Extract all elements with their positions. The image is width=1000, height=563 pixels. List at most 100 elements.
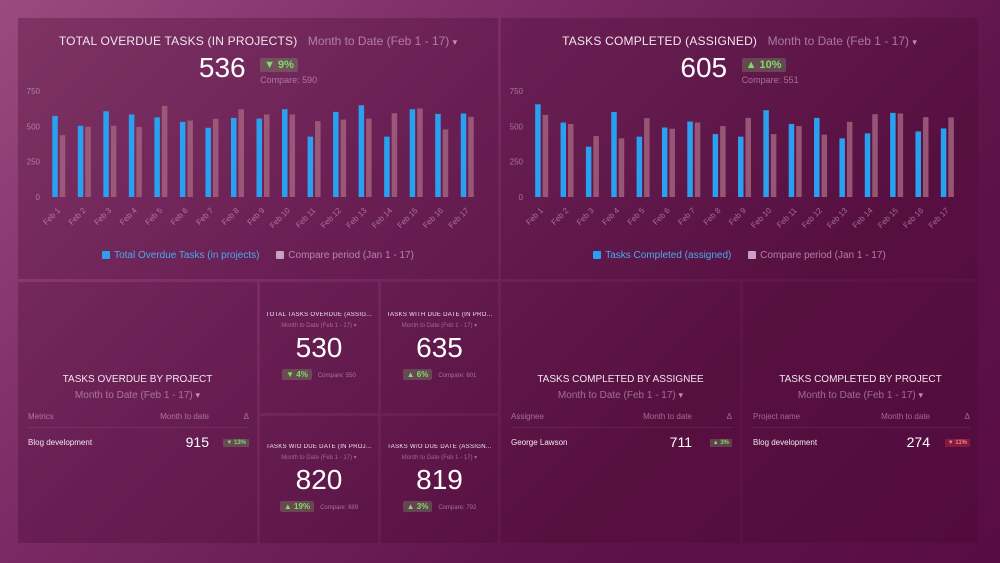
bar-primary[interactable] (358, 105, 365, 197)
legend-compare[interactable]: Compare period (Jan 1 - 17) (748, 250, 886, 261)
bar-compare[interactable] (59, 135, 66, 197)
bar-primary[interactable] (687, 121, 693, 197)
date-range-dropdown[interactable]: Month to Date (Feb 1 - 17) ▾ (381, 454, 498, 461)
chevron-down-icon: ▾ (474, 455, 478, 461)
bar-compare[interactable] (669, 128, 675, 197)
bar-primary[interactable] (636, 136, 643, 197)
bar-compare[interactable] (846, 121, 853, 197)
bar-compare[interactable] (694, 122, 701, 197)
date-range-dropdown[interactable]: Month to Date (Feb 1 - 17) ▾ (743, 390, 978, 401)
bar-compare[interactable] (568, 124, 574, 197)
bar-primary[interactable] (52, 115, 58, 197)
bar-compare[interactable] (110, 125, 117, 197)
y-tick-label: 500 (27, 122, 41, 131)
bar-compare[interactable] (745, 117, 752, 197)
date-range-dropdown[interactable]: Month to Date (Feb 1 - 17) ▾ (381, 322, 498, 329)
bar-compare[interactable] (161, 105, 168, 197)
bar-compare[interactable] (85, 126, 91, 197)
bar-primary[interactable] (230, 117, 237, 197)
bar-primary[interactable] (864, 133, 871, 197)
bar-primary[interactable] (560, 122, 567, 197)
bar-compare[interactable] (796, 126, 802, 197)
bar-compare[interactable] (289, 114, 296, 197)
bar-primary[interactable] (611, 111, 617, 197)
date-range-dropdown[interactable]: Month to Date (Feb 1 - 17) ▾ (260, 454, 378, 461)
bar-compare[interactable] (264, 114, 270, 197)
date-range-dropdown[interactable]: Month to Date (Feb 1 - 17) ▾ (501, 390, 740, 401)
bar-compare[interactable] (593, 136, 599, 197)
bar-compare[interactable] (187, 120, 193, 197)
bar-compare[interactable] (618, 138, 625, 197)
bar-primary[interactable] (940, 128, 947, 197)
column-header: Δ (964, 412, 970, 421)
legend-compare[interactable]: Compare period (Jan 1 - 17) (276, 250, 414, 261)
checkbox-icon (593, 251, 602, 259)
bar-compare[interactable] (136, 127, 142, 197)
legend-primary[interactable]: Total Overdue Tasks (in projects) (102, 250, 260, 261)
bar-primary[interactable] (77, 125, 84, 197)
overdue-bar-chart: 0 250 500 750 Feb 1 Feb 2 Feb 3 Feb 4 Feb 5 Feb 6… (27, 87, 474, 230)
overdue-tasks-chart-panel: TOTAL OVERDUE TASKS (IN PROJECTS) Month … (18, 18, 498, 279)
bar-primary[interactable] (585, 146, 592, 197)
bar-primary[interactable] (788, 124, 795, 197)
bar-primary[interactable] (712, 134, 719, 197)
bar-primary[interactable] (890, 112, 896, 197)
bar-compare[interactable] (897, 113, 904, 197)
bar-compare[interactable] (238, 109, 244, 197)
bar-compare[interactable] (720, 126, 726, 197)
bar-primary[interactable] (282, 109, 288, 197)
x-tick-label: Feb 4 (600, 206, 621, 227)
bar-compare[interactable] (644, 118, 650, 197)
bar-compare[interactable] (872, 114, 878, 197)
bar-primary[interactable] (839, 138, 845, 197)
kpi-tile: TASKS W/O DUE DATE (ASSIGN... Month to D… (381, 416, 498, 543)
legend-primary-label: Tasks Completed (assigned) (605, 250, 732, 261)
column-header: Δ (243, 412, 249, 421)
bar-compare[interactable] (542, 114, 549, 197)
bar-primary[interactable] (154, 117, 160, 197)
bar-compare[interactable] (391, 113, 398, 197)
x-tick-label: Feb 9 (727, 206, 748, 227)
kpi-value: 635 (416, 332, 463, 363)
bar-primary[interactable] (535, 104, 541, 197)
bar-primary[interactable] (307, 136, 314, 197)
bar-primary[interactable] (814, 117, 820, 197)
bar-compare[interactable] (948, 117, 954, 197)
bar-primary[interactable] (915, 131, 921, 197)
bar-primary[interactable] (763, 110, 769, 197)
date-range-label: Month to Date (Feb 1 - 17) (307, 34, 450, 48)
compare-row: ▼ 4% Compare: 550 (260, 369, 378, 380)
bar-primary[interactable] (333, 111, 339, 197)
bar-primary[interactable] (460, 113, 467, 197)
x-tick-label: Feb 17 (927, 206, 951, 230)
bar-compare[interactable] (821, 134, 828, 197)
bar-primary[interactable] (661, 127, 668, 197)
bar-compare[interactable] (417, 108, 423, 197)
date-range-dropdown[interactable]: Month to Date (Feb 1 - 17) ▾ (768, 34, 917, 48)
bar-compare[interactable] (770, 134, 777, 197)
bar-primary[interactable] (256, 118, 263, 197)
date-range-dropdown[interactable]: Month to Date (Feb 1 - 17) ▾ (260, 322, 378, 329)
bar-compare[interactable] (315, 121, 321, 197)
bar-primary[interactable] (384, 136, 390, 197)
bar-primary[interactable] (435, 113, 441, 197)
bar-compare[interactable] (468, 116, 474, 197)
bar-primary[interactable] (103, 111, 109, 197)
date-range-dropdown[interactable]: Month to Date (Feb 1 - 17) ▾ (18, 390, 257, 401)
bar-primary[interactable] (738, 136, 744, 197)
bar-primary[interactable] (179, 121, 186, 197)
x-tick-label: Feb 5 (143, 206, 164, 227)
column-header: Metrics (28, 412, 54, 421)
panel-title: TASKS COMPLETED BY PROJECT (779, 374, 942, 385)
bar-compare[interactable] (922, 117, 929, 197)
bar-primary[interactable] (409, 109, 416, 197)
bar-primary[interactable] (205, 127, 211, 197)
bar-primary[interactable] (128, 114, 135, 197)
bar-compare[interactable] (442, 129, 449, 197)
bar-compare[interactable] (340, 119, 347, 197)
legend-primary[interactable]: Tasks Completed (assigned) (593, 250, 731, 261)
bar-compare[interactable] (212, 118, 219, 197)
bar-compare[interactable] (366, 118, 372, 197)
column-header: Month to date (881, 412, 930, 421)
date-range-dropdown[interactable]: Month to Date (Feb 1 - 17) ▾ (308, 34, 457, 48)
